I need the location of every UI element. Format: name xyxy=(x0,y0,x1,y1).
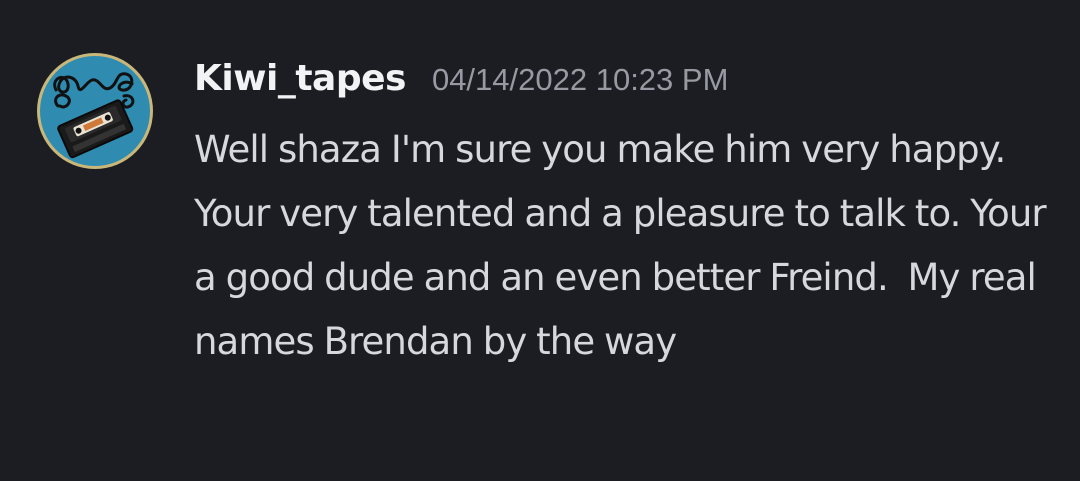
message-header: Kiwi_tapes 04/14/2022 10:23 PM xyxy=(194,58,728,114)
username[interactable]: Kiwi_tapes xyxy=(194,58,406,99)
chat-message: Kiwi_tapes 04/14/2022 10:23 PM Well shaz… xyxy=(0,0,1080,481)
avatar[interactable] xyxy=(36,52,154,170)
vhs-cassette-icon xyxy=(37,53,153,169)
message-text: Well shaza I'm sure you make him very ha… xyxy=(194,128,1056,363)
timestamp: 04/14/2022 10:23 PM xyxy=(431,62,729,97)
